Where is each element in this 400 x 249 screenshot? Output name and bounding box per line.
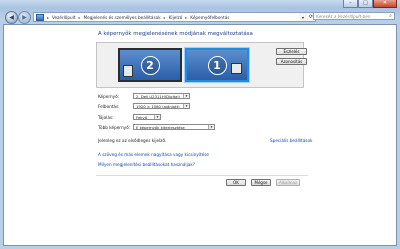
identify-button[interactable]: Azonosítás [276,58,307,65]
resolution-label: Felbontás: [98,104,120,109]
maximize-button[interactable]: □ [358,0,373,8]
control-panel-icon [36,13,44,21]
control-panel-window: – □ ✕ ◀ ▶ ▸ Vezérlőpult ▸ Megjelenés és … [0,0,400,249]
ok-button[interactable]: OK [226,179,246,186]
display-select[interactable]: 2. Dell U2311H(Digital) ▾ [133,93,190,99]
cancel-button[interactable]: Mégse [251,179,271,186]
breadcrumb-appearance[interactable]: Megjelenés és személyes beállítások [82,15,163,20]
breadcrumb-display[interactable]: Kijelző [167,15,185,20]
display-label: Képernyő: [98,94,120,99]
resolution-select-value: 1920 × 1080 (ajánlott) [136,103,180,109]
forward-button[interactable]: ▶ [18,11,31,24]
chevron-down-icon: ▾ [154,115,160,119]
resolution-select[interactable]: 1920 × 1080 (ajánlott) ▾ [133,103,190,109]
detect-button[interactable]: Észlelés [276,48,307,55]
text-size-link[interactable]: A szöveg és más elemek nagyítása vagy ki… [98,152,209,157]
monitor-1[interactable]: 1 [185,48,249,82]
monitor-2[interactable]: 2 [118,48,182,82]
content-pane: A képernyők megjelenésének módjának megv… [3,24,397,246]
apply-button[interactable]: Alkalmaz [276,179,300,186]
search-icon[interactable]: ⌕ [389,13,392,19]
back-button[interactable]: ◀ [5,11,18,24]
orientation-select-value: Fekvő [136,114,148,120]
navigation-bar: ◀ ▶ ▸ Vezérlőpult ▸ Megjelenés és személ… [3,10,397,24]
chevron-down-icon: ▾ [183,94,189,98]
page-title: A képernyők megjelenésének módjának megv… [98,31,253,37]
minimize-button[interactable]: – [343,0,358,8]
display-select-value: 2. Dell U2311H(Digital) [136,93,180,99]
multiple-displays-select[interactable]: E képernyők kiterjesztése ▾ [133,124,215,130]
monitor-1-preview-icon [231,63,242,74]
orientation-label: Tájolás: [98,115,114,120]
search-placeholder: Keresés a Vezérlőpult-ben [316,13,371,19]
breadcrumb-control-panel[interactable]: Vezérlőpult [50,15,77,20]
display-settings-help-link[interactable]: Milyen megjelenítési beállításokat haszn… [98,162,195,167]
address-bar[interactable]: ▸ Vezérlőpult ▸ Megjelenés és személyes … [33,12,301,22]
divider [96,175,308,176]
multiple-displays-select-value: E képernyők kiterjesztése [136,124,185,130]
monitor-arrangement: 2 1 [96,42,304,88]
monitor-2-number: 2 [140,55,160,75]
close-button[interactable]: ✕ [373,0,397,8]
chevron-down-icon: ▾ [208,125,214,129]
monitor-1-number: 1 [207,55,227,75]
orientation-select[interactable]: Fekvő ▾ [133,114,161,120]
advanced-settings-link[interactable]: Speciális beállítások [270,138,312,143]
search-input[interactable]: Keresés a Vezérlőpult-ben ⌕ [313,12,395,20]
primary-display-note: Jelenleg ez az elsődleges kijelző. [98,138,167,143]
monitor-2-preview-icon [123,65,133,77]
chevron-down-icon: ▾ [183,104,189,108]
multiple-displays-label: Több képernyő: [98,125,131,130]
breadcrumb-screen-resolution[interactable]: Képernyőfelbontás [188,15,231,20]
caption-buttons: – □ ✕ [343,0,397,8]
